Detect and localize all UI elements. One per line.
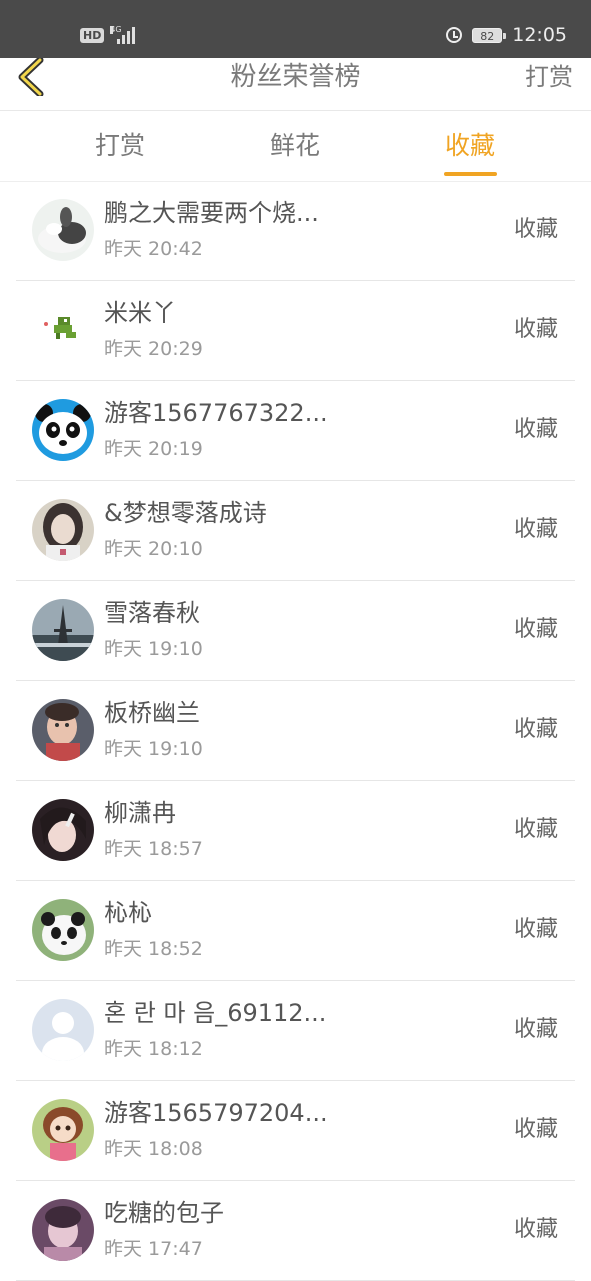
avatar[interactable] <box>32 899 94 961</box>
user-name: 혼 란 마 음_69112... <box>104 999 327 1027</box>
avatar[interactable] <box>32 399 94 461</box>
user-name: 游客1565797204... <box>104 1099 328 1127</box>
timestamp: 昨天 20:19 <box>104 438 203 460</box>
favorite-label: 收藏 <box>513 317 558 342</box>
avatar[interactable] <box>32 199 94 261</box>
status-time: 12:05 <box>512 24 567 46</box>
tab-favorites[interactable]: 收藏 <box>445 129 495 163</box>
user-name: 雪落春秋 <box>104 599 200 627</box>
tab-reward[interactable]: 打赏 <box>95 129 145 163</box>
timestamp: 昨天 20:42 <box>104 238 203 260</box>
favorite-label: 收藏 <box>513 817 558 842</box>
list-item[interactable]: 吃糖的包子 昨天 17:47 收藏 <box>16 1181 575 1281</box>
list-item[interactable]: 혼 란 마 음_69112... 昨天 18:12 收藏 <box>16 981 575 1081</box>
avatar[interactable] <box>32 699 94 761</box>
list-item[interactable]: 柳潇冉 昨天 18:57 收藏 <box>16 781 575 881</box>
timestamp: 昨天 18:08 <box>104 1138 203 1160</box>
timestamp: 昨天 18:52 <box>104 938 203 960</box>
favorite-label: 收藏 <box>513 1017 558 1042</box>
user-name: 鹏之大需要两个烧... <box>104 199 319 227</box>
timestamp: 昨天 20:29 <box>104 338 203 360</box>
favorite-label: 收藏 <box>513 1217 558 1242</box>
user-name: 吃糖的包子 <box>104 1199 224 1227</box>
page-title: 粉丝荣誉榜 <box>230 62 361 92</box>
list-item[interactable]: &梦想零落成诗 昨天 20:10 收藏 <box>16 481 575 581</box>
timestamp: 昨天 17:47 <box>104 1238 203 1260</box>
nav-bar: 粉丝荣誉榜 打赏 <box>0 56 591 111</box>
avatar[interactable] <box>32 1099 94 1161</box>
timestamp: 昨天 19:10 <box>104 638 203 660</box>
user-name: 游客1567767322... <box>104 399 328 427</box>
user-name: 柳潇冉 <box>104 799 176 827</box>
favorite-label: 收藏 <box>513 217 558 242</box>
tab-bar: 打赏 鲜花 收藏 <box>0 111 591 182</box>
reward-button[interactable]: 打赏 <box>525 58 573 96</box>
battery-icon: 82 <box>472 27 507 43</box>
list-item[interactable]: 板桥幽兰 昨天 19:10 收藏 <box>16 681 575 781</box>
signal-icon: 4G <box>110 25 136 44</box>
avatar[interactable] <box>32 299 94 361</box>
favorite-label: 收藏 <box>513 617 558 642</box>
user-name: 板桥幽兰 <box>104 699 200 727</box>
timestamp: 昨天 18:57 <box>104 838 203 860</box>
tab-flowers[interactable]: 鲜花 <box>270 129 320 163</box>
favorite-label: 收藏 <box>513 1117 558 1142</box>
avatar[interactable] <box>32 599 94 661</box>
avatar[interactable] <box>32 799 94 861</box>
user-name: 杺杺 <box>104 899 152 927</box>
timestamp: 昨天 18:12 <box>104 1038 203 1060</box>
avatar[interactable] <box>32 499 94 561</box>
user-name: 米米丫 <box>104 299 176 327</box>
avatar[interactable] <box>32 1199 94 1261</box>
favorite-label: 收藏 <box>513 917 558 942</box>
list-item[interactable]: 游客1565797204... 昨天 18:08 收藏 <box>16 1081 575 1181</box>
timestamp: 昨天 19:10 <box>104 738 203 760</box>
alarm-clock-icon <box>446 27 463 43</box>
list-item[interactable]: 游客1567767322... 昨天 20:19 收藏 <box>16 381 575 481</box>
list-item[interactable]: 鹏之大需要两个烧... 昨天 20:42 收藏 <box>16 181 575 281</box>
favorite-label: 收藏 <box>513 417 558 442</box>
avatar[interactable] <box>32 999 94 1061</box>
list-item[interactable]: 米米丫 昨天 20:29 收藏 <box>16 281 575 381</box>
hd-badge: HD <box>80 27 105 43</box>
active-tab-indicator <box>444 172 497 176</box>
list-item[interactable]: 雪落春秋 昨天 19:10 收藏 <box>16 581 575 681</box>
favorite-label: 收藏 <box>513 517 558 542</box>
list-item[interactable]: 杺杺 昨天 18:52 收藏 <box>16 881 575 981</box>
favorite-label: 收藏 <box>513 717 558 742</box>
network-type: 4G <box>110 25 122 34</box>
fan-list: 鹏之大需要两个烧... 昨天 20:42 收藏 米米丫 昨天 20:29 收藏 … <box>0 181 591 1281</box>
timestamp: 昨天 20:10 <box>104 538 203 560</box>
user-name: &梦想零落成诗 <box>104 499 267 527</box>
status-left: HD 4G <box>80 25 136 44</box>
status-bar: HD 4G 82 12:05 <box>0 0 591 58</box>
status-right: 82 12:05 <box>446 24 567 46</box>
